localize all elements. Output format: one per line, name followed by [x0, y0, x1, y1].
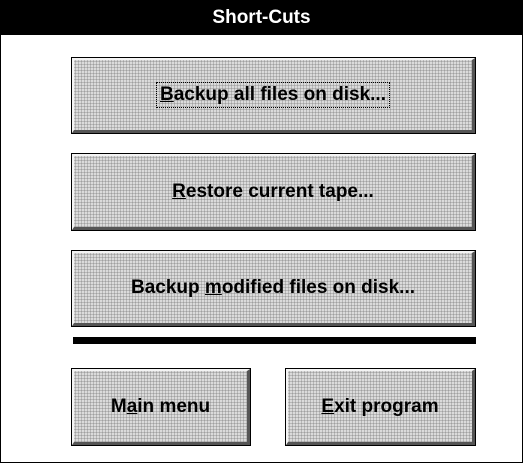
exit-program-label: Exit program — [321, 396, 438, 418]
shortcuts-window: Short-Cuts Backup all files on disk... R… — [0, 0, 523, 463]
title-bar: Short-Cuts — [1, 1, 522, 35]
backup-modified-files-label: Backup modified files on disk... — [131, 277, 415, 299]
backup-modified-label-pre: Backup — [130, 277, 205, 298]
restore-label-post: estore current tape... — [185, 180, 374, 202]
restore-current-tape-button[interactable]: Restore current tape... — [71, 153, 476, 231]
backup-modified-mnemonic: m — [204, 277, 222, 298]
backup-all-mnemonic: B — [160, 84, 174, 105]
exit-program-button[interactable]: Exit program — [285, 368, 476, 446]
main-menu-label-post: in menu — [137, 395, 211, 417]
main-menu-label-pre: M — [110, 395, 127, 417]
exit-label-post: xit program — [334, 395, 439, 417]
backup-modified-files-button[interactable]: Backup modified files on disk... — [71, 250, 476, 327]
window-title: Short-Cuts — [212, 7, 311, 28]
backup-all-files-button[interactable]: Backup all files on disk... — [71, 57, 476, 134]
backup-modified-label-post: odified files on disk... — [221, 277, 416, 298]
backup-all-files-label: Backup all files on disk... — [156, 82, 390, 108]
main-menu-label: Main menu — [111, 396, 210, 418]
restore-current-tape-label: Restore current tape... — [172, 181, 374, 203]
backup-all-label-post: ackup all files on disk... — [173, 84, 386, 105]
exit-mnemonic: E — [321, 395, 335, 417]
restore-mnemonic: R — [172, 180, 186, 202]
main-menu-mnemonic: a — [126, 395, 138, 417]
main-menu-button[interactable]: Main menu — [71, 368, 251, 446]
divider — [73, 337, 476, 344]
